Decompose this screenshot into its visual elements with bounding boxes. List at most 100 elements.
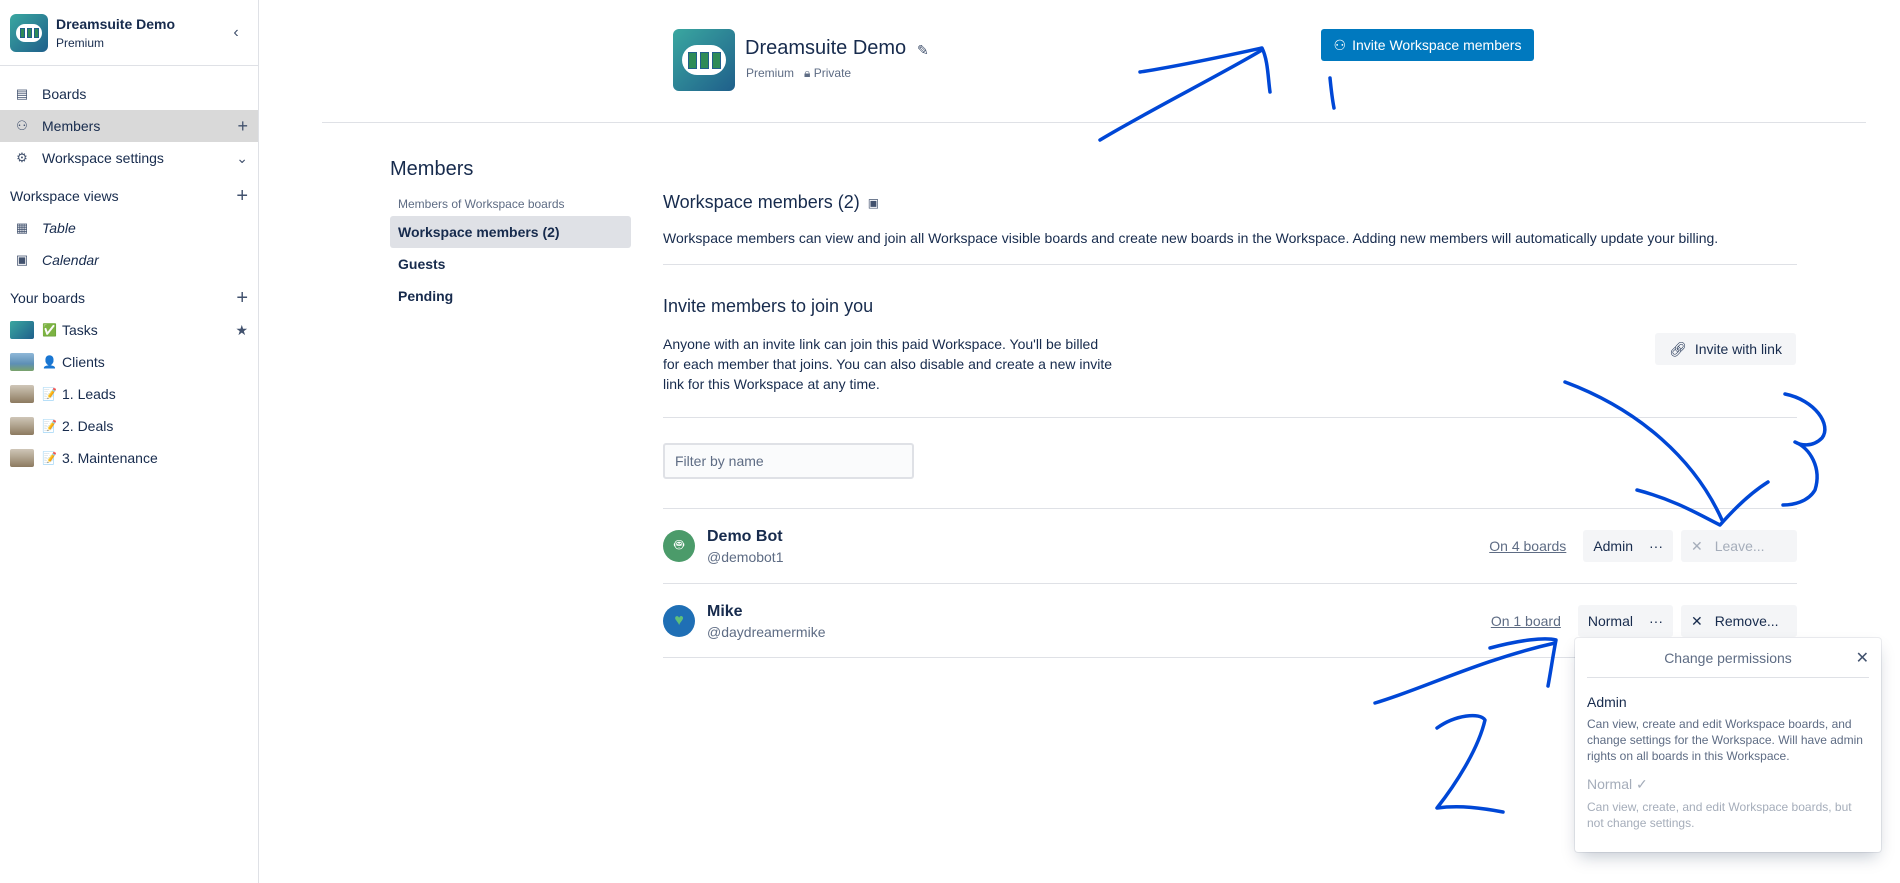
board-thumbnail <box>10 385 34 403</box>
popover-header: Change permissions ✕ <box>1587 638 1869 678</box>
option-description: Can view, create and edit Workspace boar… <box>1587 717 1863 763</box>
workspace-header[interactable]: Dreamsuite Demo Premium ‹ <box>0 0 258 66</box>
sidebar-item-label: Calendar <box>42 252 99 268</box>
link-icon: 🔗︎ <box>1669 340 1687 357</box>
sidebar-board-maintenance[interactable]: 📝 3. Maintenance <box>0 442 258 474</box>
member-boards-link[interactable]: On 4 boards <box>1489 538 1566 554</box>
sidebar-item-label: Table <box>42 220 76 236</box>
subnav-guests[interactable]: Guests <box>390 248 631 280</box>
permission-button[interactable]: Admin ··· <box>1583 530 1673 562</box>
sidebar-item-label: Boards <box>42 86 87 102</box>
section-label: Workspace views <box>10 188 119 204</box>
role-label: Normal <box>1587 613 1633 629</box>
popover-title: Change permissions <box>1664 649 1792 666</box>
workspace-tier: Premium <box>56 35 105 50</box>
info-icon[interactable]: ▣ <box>868 196 879 210</box>
person-icon: 👤 <box>42 355 57 369</box>
subnav-pending[interactable]: Pending <box>390 280 631 312</box>
invite-heading: Invite members to join you <box>663 296 874 316</box>
subnav-workspace-members[interactable]: Workspace members (2) <box>390 216 631 248</box>
divider <box>322 122 1866 123</box>
board-label: 2. Deals <box>62 418 114 434</box>
option-description: Can view, create, and edit Workspace boa… <box>1587 800 1852 830</box>
board-label: 1. Leads <box>62 386 116 402</box>
memo-icon: 📝 <box>42 387 57 401</box>
sidebar-item-members[interactable]: ⚇ Members + <box>0 110 258 142</box>
sidebar-item-label: Members <box>42 118 101 134</box>
board-label: Tasks <box>62 322 98 338</box>
page-title: Dreamsuite Demo <box>745 37 907 59</box>
member-row: 🤖︎ Demo Bot @demobot1 On 4 boards Admin … <box>663 509 1797 583</box>
section-label: Your boards <box>10 290 85 306</box>
add-member-button[interactable]: + <box>237 116 248 137</box>
sidebar-item-workspace-settings[interactable]: ⚙ Workspace settings ⌄ <box>0 142 258 174</box>
chevron-down-icon[interactable]: ⌄ <box>236 150 248 167</box>
visibility-label: 🔒︎ Private <box>804 66 851 81</box>
option-title: Normal ✓ <box>1587 776 1648 792</box>
filter-by-name-input[interactable] <box>663 443 914 479</box>
sidebar-board-deals[interactable]: 📝 2. Deals <box>0 410 258 442</box>
person-add-icon: ⚇ <box>1333 36 1347 53</box>
section-description: Workspace members can view and join all … <box>663 230 1719 246</box>
close-icon[interactable]: ✕ <box>1856 648 1869 668</box>
star-icon[interactable]: ★ <box>235 322 248 339</box>
visibility-text: Private <box>813 66 852 80</box>
more-icon: ··· <box>1649 613 1663 629</box>
close-icon: ✕ <box>1691 537 1703 554</box>
pencil-icon[interactable]: ✎ <box>917 42 929 59</box>
board-thumbnail <box>10 321 34 339</box>
workspace-logo-large <box>673 29 735 91</box>
annotation-arrow-2 <box>1563 380 1724 522</box>
sidebar-board-tasks[interactable]: ✅ Tasks ★ <box>0 314 258 346</box>
role-label: Admin <box>1593 538 1633 554</box>
divider <box>663 417 1797 418</box>
calendar-icon: ▣ <box>15 252 29 267</box>
permission-option-normal[interactable]: Normal ✓ Can view, create, and edit Work… <box>1587 776 1869 831</box>
sidebar-item-calendar[interactable]: ▣ Calendar <box>0 244 258 276</box>
gear-icon: ⚙ <box>16 150 28 165</box>
member-name: Mike <box>707 602 743 620</box>
add-board-button[interactable]: + <box>236 287 248 310</box>
memo-icon: 📝 <box>42 419 57 433</box>
member-boards-link[interactable]: On 1 board <box>1491 613 1561 629</box>
close-icon: ✕ <box>1691 612 1703 629</box>
sidebar-item-table[interactable]: ▦ Table <box>0 212 258 244</box>
chevron-left-icon[interactable]: ‹ <box>224 21 248 45</box>
lock-icon: 🔒︎ <box>804 66 811 80</box>
sidebar-item-boards[interactable]: ▤ Boards <box>0 78 258 110</box>
invite-button-label: Invite Workspace members <box>1352 37 1522 53</box>
avatar[interactable]: ♥ <box>663 605 695 637</box>
members-subnav: Members of Workspace boards Workspace me… <box>390 192 631 312</box>
board-label: 3. Maintenance <box>62 450 158 466</box>
board-icon: ▤ <box>15 86 29 101</box>
subnav-members-of-boards[interactable]: Members of Workspace boards <box>390 192 631 216</box>
change-permissions-popover: Change permissions ✕ Admin Can view, cre… <box>1575 638 1881 852</box>
annotation-arrowhead-1 <box>1138 46 1272 94</box>
board-thumbnail <box>10 449 34 467</box>
action-label: Remove... <box>1714 613 1779 629</box>
workspace-views-heading: Workspace views + <box>0 180 258 212</box>
table-icon: ▦ <box>15 220 29 235</box>
sidebar-board-clients[interactable]: 👤 Clients <box>0 346 258 378</box>
avatar[interactable]: 🤖︎ <box>663 530 695 562</box>
sidebar: Dreamsuite Demo Premium ‹ ▤ Boards ⚇ Mem… <box>0 0 259 883</box>
workspace-logo <box>10 13 48 52</box>
your-boards-heading: Your boards + <box>0 282 258 314</box>
board-label: Clients <box>62 354 105 370</box>
annotation-mark-1 <box>1328 76 1336 110</box>
memo-icon: 📝 <box>42 451 57 465</box>
invite-description: Anyone with an invite link can join this… <box>663 336 1113 392</box>
invite-workspace-members-button[interactable]: ⚇ Invite Workspace members <box>1321 29 1534 61</box>
annotation-number-3 <box>1781 392 1827 507</box>
add-view-button[interactable]: + <box>236 185 248 208</box>
leave-button[interactable]: ✕ Leave... <box>1681 530 1797 562</box>
section-title: Workspace members (2) <box>663 192 860 212</box>
sidebar-board-leads[interactable]: 📝 1. Leads <box>0 378 258 410</box>
board-thumbnail <box>10 353 34 371</box>
permission-option-admin[interactable]: Admin Can view, create and edit Workspac… <box>1587 694 1869 764</box>
more-icon: ··· <box>1649 538 1663 554</box>
remove-button[interactable]: ✕ Remove... <box>1681 605 1797 637</box>
permission-button[interactable]: Normal ··· <box>1577 605 1673 637</box>
invite-with-link-button[interactable]: 🔗︎ Invite with link <box>1655 333 1796 365</box>
annotation-number-2 <box>1435 713 1505 814</box>
